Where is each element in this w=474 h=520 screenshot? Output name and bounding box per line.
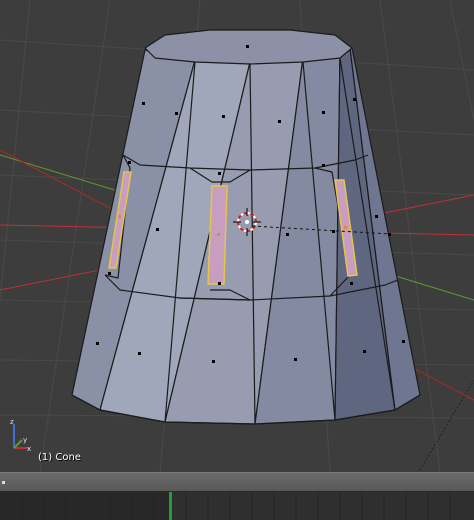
timeline-track[interactable] xyxy=(0,492,474,520)
timeline-header[interactable] xyxy=(0,472,474,492)
header-handle-icon[interactable] xyxy=(2,481,5,484)
3d-viewport[interactable]: z y x (1) Cone xyxy=(0,0,474,472)
svg-text:x: x xyxy=(27,445,31,452)
timeline-editor[interactable] xyxy=(0,472,474,520)
active-object-label: (1) Cone xyxy=(38,452,81,463)
scene-canvas[interactable] xyxy=(0,0,474,472)
svg-text:y: y xyxy=(23,436,27,444)
current-frame-indicator[interactable] xyxy=(169,492,172,520)
view-axis-gizmo-icon: z y x xyxy=(10,418,31,452)
svg-text:z: z xyxy=(10,418,14,426)
